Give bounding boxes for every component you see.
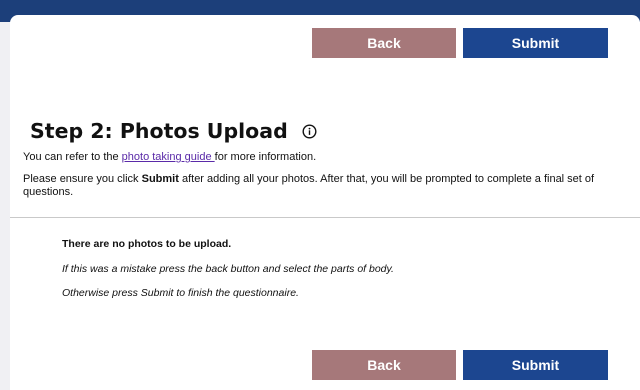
no-photos-message: There are no photos to be upload. xyxy=(62,238,232,250)
section-divider xyxy=(10,217,640,218)
submit-button-top[interactable]: Submit xyxy=(463,28,608,58)
submit-instruction-text: Please ensure you click Submit after add… xyxy=(23,173,623,199)
questionnaire-panel: Back Submit Step 2: Photos Upload You ca… xyxy=(10,15,640,390)
back-button-top[interactable]: Back xyxy=(312,28,456,58)
submit-button-bottom[interactable]: Submit xyxy=(463,350,608,380)
submit-instruction-prefix: Please ensure you click xyxy=(23,173,142,185)
guide-reference-suffix: for more information. xyxy=(214,151,317,163)
finish-hint: Otherwise press Submit to finish the que… xyxy=(62,287,299,299)
page-title: Step 2: Photos Upload xyxy=(30,119,288,143)
info-circle-icon[interactable] xyxy=(302,123,317,139)
back-button-bottom[interactable]: Back xyxy=(312,350,456,380)
submit-instruction-bold: Submit xyxy=(141,173,179,185)
guide-reference-text: You can refer to the photo taking guide … xyxy=(23,151,623,164)
guide-reference-prefix: You can refer to the xyxy=(23,151,122,163)
mistake-hint: If this was a mistake press the back but… xyxy=(62,263,394,275)
step-title-row: Step 2: Photos Upload xyxy=(30,119,317,143)
photo-taking-guide-link[interactable]: photo taking guide xyxy=(122,151,215,163)
